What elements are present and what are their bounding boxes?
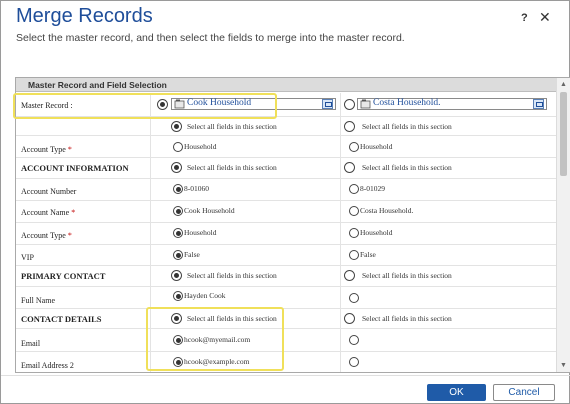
field-radio-left[interactable] — [173, 206, 183, 216]
section-row-primary-contact: PRIMARY CONTACT Select all fields in thi… — [16, 266, 558, 287]
field-radio-right[interactable] — [349, 228, 359, 238]
field-value-left: Household — [184, 228, 217, 237]
lookup-icon[interactable] — [533, 99, 544, 109]
field-label: VIP — [21, 253, 34, 262]
select-all-right-label: Select all fields in this section — [362, 271, 452, 280]
select-all-left-radio[interactable] — [171, 162, 182, 173]
section-row-account-information: ACCOUNT INFORMATION Select all fields in… — [16, 158, 558, 179]
field-value-left: Hayden Cook — [184, 291, 226, 300]
footer-divider — [1, 375, 570, 376]
field-value-right: Costa Household. — [360, 206, 414, 215]
field-label: Full Name — [21, 296, 55, 305]
select-all-right-radio[interactable] — [344, 270, 355, 281]
field-label: Account Type * — [21, 231, 72, 240]
section-label: CONTACT DETAILS — [21, 314, 102, 324]
section-label: PRIMARY CONTACT — [21, 271, 106, 281]
field-value-left: False — [184, 250, 200, 259]
section-row-contact-details: CONTACT DETAILS Select all fields in thi… — [16, 309, 558, 329]
select-all-left-label: Select all fields in this section — [187, 163, 277, 172]
field-radio-right[interactable] — [349, 335, 359, 345]
field-value-left: 8-01060 — [184, 184, 209, 193]
field-label: Email Address 2 — [21, 361, 74, 370]
field-label: Account Number — [21, 187, 77, 196]
field-row-email-address-2: Email Address 2 hcook@example.com — [16, 352, 558, 372]
field-value-left: Household — [184, 142, 217, 151]
field-radio-right[interactable] — [349, 357, 359, 367]
highlight-master-record — [13, 93, 277, 119]
field-radio-right[interactable] — [349, 250, 359, 260]
field-label: Account Type * — [21, 145, 72, 154]
section-header: Master Record and Field Selection — [16, 78, 556, 92]
scrollbar-thumb[interactable] — [560, 92, 567, 176]
field-row-account-name: Account Name * Cook Household Costa Hous… — [16, 201, 558, 223]
field-radio-left[interactable] — [173, 291, 183, 301]
select-all-right-radio[interactable] — [344, 162, 355, 173]
field-row-account-number: Account Number 8-01060 8-01029 — [16, 179, 558, 201]
vertical-scrollbar[interactable]: ▲ ▼ — [556, 78, 570, 372]
lookup-icon[interactable] — [322, 99, 333, 109]
select-all-row: Select all fields in this section Select… — [16, 117, 558, 136]
field-radio-right[interactable] — [349, 142, 359, 152]
dialog-subtitle: Select the master record, and then selec… — [16, 32, 405, 44]
field-value-left: Cook Household — [184, 206, 235, 215]
field-value-right: False — [360, 250, 376, 259]
field-radio-right[interactable] — [349, 184, 359, 194]
select-all-right-label: Select all fields in this section — [362, 314, 452, 323]
field-label: Email — [21, 339, 41, 348]
merge-grid: Master Record : Cook Household Costa Hou… — [16, 93, 558, 372]
field-row-account-type-top: Account Type * Household Household — [16, 136, 558, 158]
field-radio-left[interactable] — [173, 142, 183, 152]
field-radio-left[interactable] — [173, 228, 183, 238]
field-row-full-name: Full Name Hayden Cook — [16, 287, 558, 309]
master-radio-right[interactable] — [344, 99, 355, 110]
field-row-email: Email hcook@myemail.com — [16, 329, 558, 352]
merge-records-dialog: Merge Records Select the master record, … — [0, 0, 570, 404]
help-icon[interactable]: ? — [521, 12, 528, 24]
select-all-right-radio[interactable] — [344, 313, 355, 324]
field-row-account-type: Account Type * Household Household — [16, 223, 558, 245]
field-value-right: Household — [360, 228, 393, 237]
field-radio-left[interactable] — [173, 250, 183, 260]
master-record-right-link[interactable]: Costa Household. — [373, 98, 441, 108]
select-all-left-label: Select all fields in this section — [187, 122, 277, 131]
field-radio-right[interactable] — [349, 293, 359, 303]
scroll-down-icon[interactable]: ▼ — [557, 359, 570, 372]
select-all-right-label: Select all fields in this section — [362, 122, 452, 131]
select-all-left-radio[interactable] — [171, 121, 182, 132]
record-icon — [360, 99, 371, 109]
select-all-right-label: Select all fields in this section — [362, 163, 452, 172]
field-radio-left[interactable] — [173, 184, 183, 194]
close-icon[interactable]: ✕ — [539, 9, 551, 26]
dialog-title: Merge Records — [16, 5, 153, 27]
field-radio-right[interactable] — [349, 206, 359, 216]
field-row-vip: VIP False False — [16, 245, 558, 266]
ok-button[interactable]: OK — [427, 384, 486, 401]
merge-grid-frame: Master Record and Field Selection Master… — [15, 77, 570, 373]
select-all-left-radio[interactable] — [171, 270, 182, 281]
scroll-up-icon[interactable]: ▲ — [557, 78, 570, 91]
master-input-right[interactable]: Costa Household. — [357, 98, 547, 110]
select-all-right-radio[interactable] — [344, 121, 355, 132]
field-value-right: Household — [360, 142, 393, 151]
highlight-contact-details — [146, 307, 284, 371]
cancel-button[interactable]: Cancel — [493, 384, 555, 401]
section-label: ACCOUNT INFORMATION — [21, 163, 129, 173]
select-all-left-label: Select all fields in this section — [187, 271, 277, 280]
field-value-right: 8-01029 — [360, 184, 385, 193]
field-label: Account Name * — [21, 208, 76, 217]
